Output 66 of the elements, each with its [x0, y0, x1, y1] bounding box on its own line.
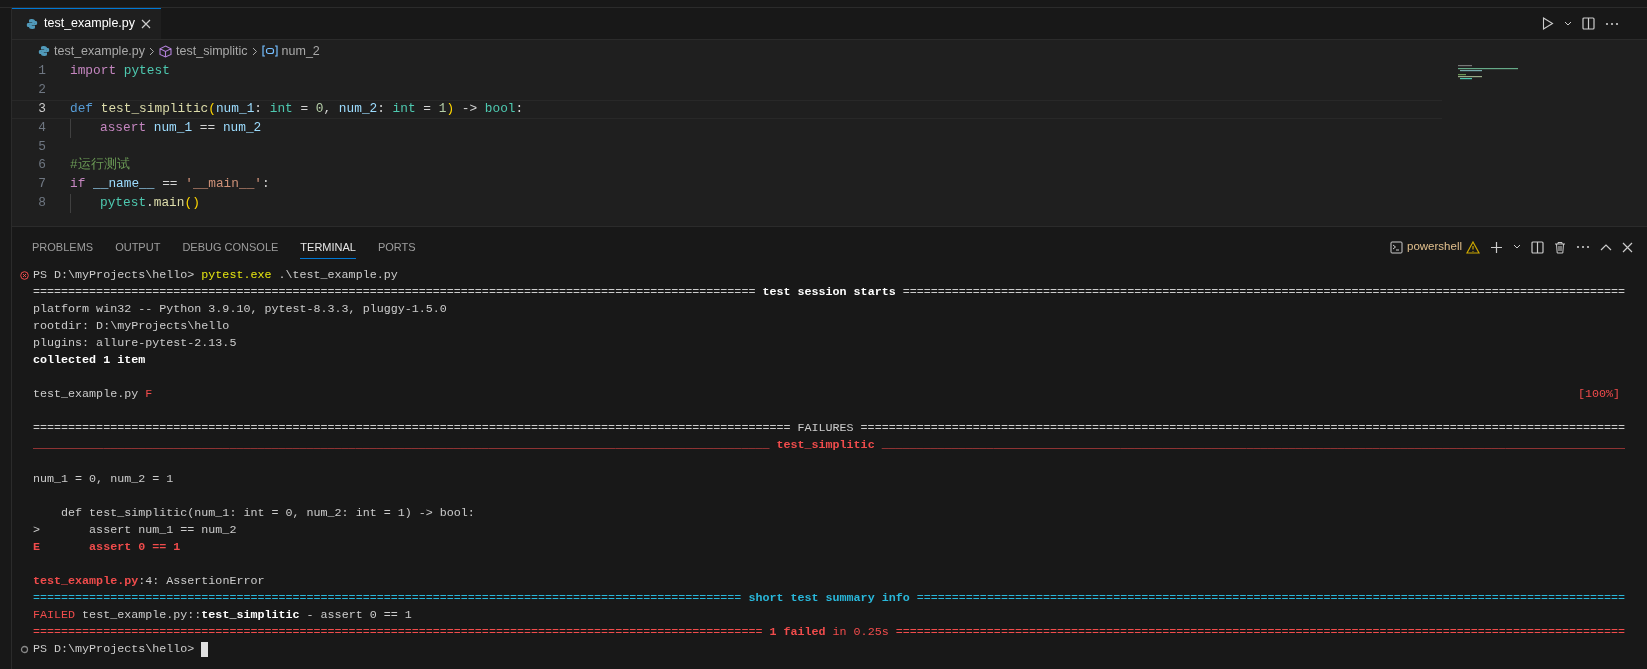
panel-tab[interactable]: OUTPUT: [115, 234, 161, 260]
terminal-line: def test_simplitic(num_1: int = 0, num_2: int = 1) -> bool:: [60, 505, 475, 522]
terminal-line: FAILED test_example.py::test_simplitic - assert 0 == 1: [33, 607, 412, 624]
terminal-line: ===================================================================================================== short test summary info =====================================================================================================: [33, 590, 1626, 607]
run-icon[interactable]: [1542, 17, 1554, 30]
terminal-line: ======================================================================================================== 1 failed in 0.25s ========================================================================================================: [33, 624, 1626, 641]
breadcrumb-item[interactable]: num_2: [261, 41, 320, 61]
terminal-line: PS D:\myProjects\hello>: [33, 641, 196, 658]
chevron-right-icon: [149, 46, 156, 56]
breadcrumb-item[interactable]: test_simplitic: [159, 41, 248, 61]
line-number: 3: [37, 99, 47, 118]
chevron-down-icon[interactable]: [1513, 244, 1521, 250]
warning-icon: [1466, 240, 1480, 254]
terminal-line: test_example.py F: [33, 386, 153, 403]
panel-tab[interactable]: PROBLEMS: [32, 234, 94, 260]
terminal-cursor: [201, 642, 209, 657]
python-icon: [38, 45, 50, 57]
terminal-line: collected 1 item: [33, 352, 146, 369]
terminal-line: E assert 0 == 1: [33, 539, 181, 556]
more-icon[interactable]: [1605, 21, 1619, 26]
code-line: pytest.main(): [100, 194, 200, 213]
terminal-line: test_example.py:4: AssertionError: [33, 573, 265, 590]
line-number: 1: [37, 62, 47, 80]
error-icon: [20, 271, 29, 280]
panel-tab[interactable]: DEBUG CONSOLE: [182, 234, 279, 260]
trash-icon[interactable]: [1554, 240, 1566, 254]
editor-tab[interactable]: test_example.py: [12, 8, 162, 39]
terminal-line: PS D:\myProjects\hello> pytest.exe .\test_example.py: [33, 267, 398, 284]
chevron-down-icon[interactable]: [1564, 20, 1572, 27]
maximize-icon[interactable]: [1600, 243, 1612, 251]
terminal-line: num_1 = 0, num_2 = 1: [33, 471, 174, 488]
variable-icon: [261, 45, 278, 57]
terminal-line: platform win32 -- Python 3.9.10, pytest-8.3.3, pluggy-1.5.0: [33, 301, 447, 318]
line-number: 4: [37, 118, 47, 137]
code-line: def test_simplitic(num_1: int = 0, num_2: int = 1) -> bool:: [70, 99, 524, 118]
split-terminal-icon[interactable]: [1531, 240, 1544, 254]
split-editor-icon[interactable]: [1582, 17, 1595, 30]
terminal-line: plugins: allure-pytest-2.13.5: [33, 335, 237, 352]
close-icon[interactable]: [1622, 241, 1633, 253]
code-line: import pytest: [70, 62, 170, 80]
terminal-selector[interactable]: powershell: [1390, 238, 1480, 256]
terminal-icon: [1390, 240, 1403, 254]
plus-icon[interactable]: [1490, 240, 1503, 254]
breadcrumb-item[interactable]: test_example.py: [38, 41, 146, 61]
python-icon: [26, 17, 38, 30]
panel-tab[interactable]: PORTS: [377, 234, 416, 260]
status-circle-icon: [20, 645, 29, 654]
cube-icon: [159, 44, 173, 58]
terminal-text: [100%]: [1577, 386, 1620, 403]
panel-tab[interactable]: TERMINAL: [300, 234, 356, 260]
terminal-line: ======================================================================================================= test session starts =======================================================================================================: [33, 284, 1626, 301]
terminal-line: rootdir: D:\myProjects\hello: [33, 318, 230, 335]
close-icon[interactable]: [141, 18, 152, 29]
code-line: assert num_1 == num_2: [100, 118, 262, 137]
line-number: 6: [37, 156, 47, 175]
code-line: #运行测试: [70, 156, 130, 175]
line-number: 5: [37, 137, 47, 156]
code-line: if __name__ == '__main__':: [70, 175, 270, 194]
chevron-right-icon: [251, 46, 258, 56]
more-icon[interactable]: [1576, 245, 1590, 249]
line-number: 2: [37, 80, 47, 99]
terminal-line: _________________________________________________________________________________________________________ test_simplitic __________________________________________________________________________________________________________: [33, 437, 1626, 454]
terminal-line: > assert num_1 == num_2: [33, 522, 237, 539]
terminal-line: ============================================================================================================ FAILURES =============================================================================================================: [33, 420, 1626, 437]
line-number: 7: [37, 175, 47, 194]
line-number: 8: [37, 194, 47, 213]
